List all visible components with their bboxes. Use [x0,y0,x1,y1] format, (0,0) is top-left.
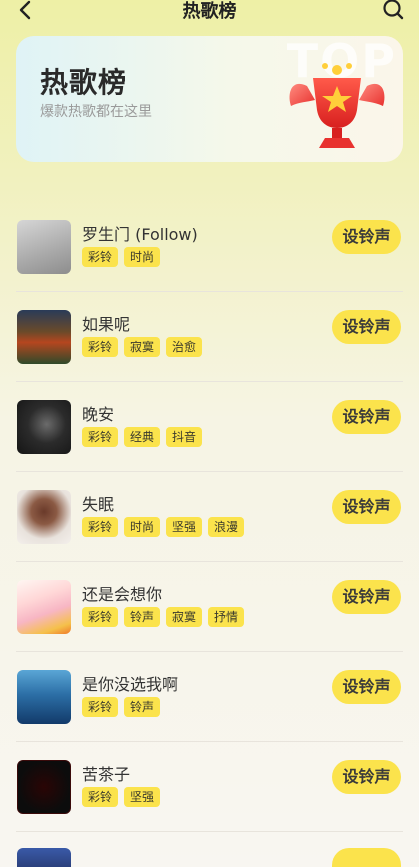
set-ringtone-button[interactable] [332,848,401,867]
song-title: 如果呢 [82,315,131,334]
banner-title: 热歌榜 [40,66,128,99]
song-tag: 彩铃 [82,787,119,807]
list-item[interactable]: 失眠 彩铃 时尚 坚强 浪漫 设铃声 [0,472,419,562]
song-tag: 寂寞 [166,607,203,627]
song-tag: 浪漫 [208,517,245,537]
search-icon[interactable] [381,0,405,21]
trophy-icon [289,63,385,148]
banner-subtitle: 爆款热歌都在这里 [40,104,152,120]
song-tag: 铃声 [124,607,161,627]
song-tag: 彩铃 [82,517,119,537]
list-item[interactable]: 是你没选我啊 彩铃 铃声 设铃声 [0,652,419,742]
set-ringtone-button[interactable]: 设铃声 [332,670,401,704]
song-tag: 坚强 [124,787,161,807]
song-tag: 彩铃 [82,337,119,357]
song-tags: 彩铃 时尚 [82,247,161,267]
song-title: 失眠 [82,495,115,514]
song-tag: 经典 [124,427,161,447]
song-tags: 彩铃 铃声 [82,697,161,717]
song-cover-image [17,490,71,544]
list-item[interactable]: 还是会想你 彩铃 铃声 寂寞 抒情 设铃声 [0,562,419,652]
song-tags: 彩铃 经典 抖音 [82,427,203,447]
set-ringtone-button[interactable]: 设铃声 [332,580,401,614]
list-item[interactable]: 晚安 彩铃 经典 抖音 设铃声 [0,382,419,472]
song-tag: 抒情 [208,607,245,627]
song-tag: 彩铃 [82,427,119,447]
song-tags: 彩铃 坚强 [82,787,161,807]
song-tags: 彩铃 寂寞 治愈 [82,337,203,357]
hot-chart-banner: TOP 热歌榜 爆款热歌都在这里 [16,36,403,162]
song-tag: 彩铃 [82,607,119,627]
song-tag: 时尚 [124,247,161,267]
song-title: 是你没选我啊 [82,675,179,694]
song-title: 罗生门 (Follow) [82,225,198,244]
song-tag: 抖音 [166,427,203,447]
set-ringtone-button[interactable]: 设铃声 [332,310,401,344]
song-cover-image [17,220,71,274]
song-list: 罗生门 (Follow) 彩铃 时尚 设铃声 如果呢 彩铃 寂寞 治愈 设铃声 … [0,202,419,832]
song-cover-image [17,580,71,634]
song-tags: 彩铃 时尚 坚强 浪漫 [82,517,245,537]
set-ringtone-button[interactable]: 设铃声 [332,220,401,254]
top-bar: 热歌榜 [0,0,419,24]
song-cover-image [17,400,71,454]
song-cover-image [17,848,71,867]
song-tag: 彩铃 [82,697,119,717]
list-item-partial[interactable] [0,832,419,867]
song-title: 苦茶子 [82,765,131,784]
song-cover-image [17,670,71,724]
song-tag: 治愈 [166,337,203,357]
page-title: 热歌榜 [182,1,237,22]
song-title: 还是会想你 [82,585,163,604]
song-cover-image [17,310,71,364]
set-ringtone-button[interactable]: 设铃声 [332,400,401,434]
song-tag: 彩铃 [82,247,119,267]
set-ringtone-button[interactable]: 设铃声 [332,490,401,524]
song-cover-image [17,760,71,814]
song-title: 晚安 [82,405,115,424]
list-item[interactable]: 苦茶子 彩铃 坚强 设铃声 [0,742,419,832]
song-tag: 时尚 [124,517,161,537]
song-tag: 寂寞 [124,337,161,357]
song-tags: 彩铃 铃声 寂寞 抒情 [82,607,245,627]
list-item[interactable]: 罗生门 (Follow) 彩铃 时尚 设铃声 [0,202,419,292]
song-tag: 坚强 [166,517,203,537]
set-ringtone-button[interactable]: 设铃声 [332,760,401,794]
song-tag: 铃声 [124,697,161,717]
list-item[interactable]: 如果呢 彩铃 寂寞 治愈 设铃声 [0,292,419,382]
